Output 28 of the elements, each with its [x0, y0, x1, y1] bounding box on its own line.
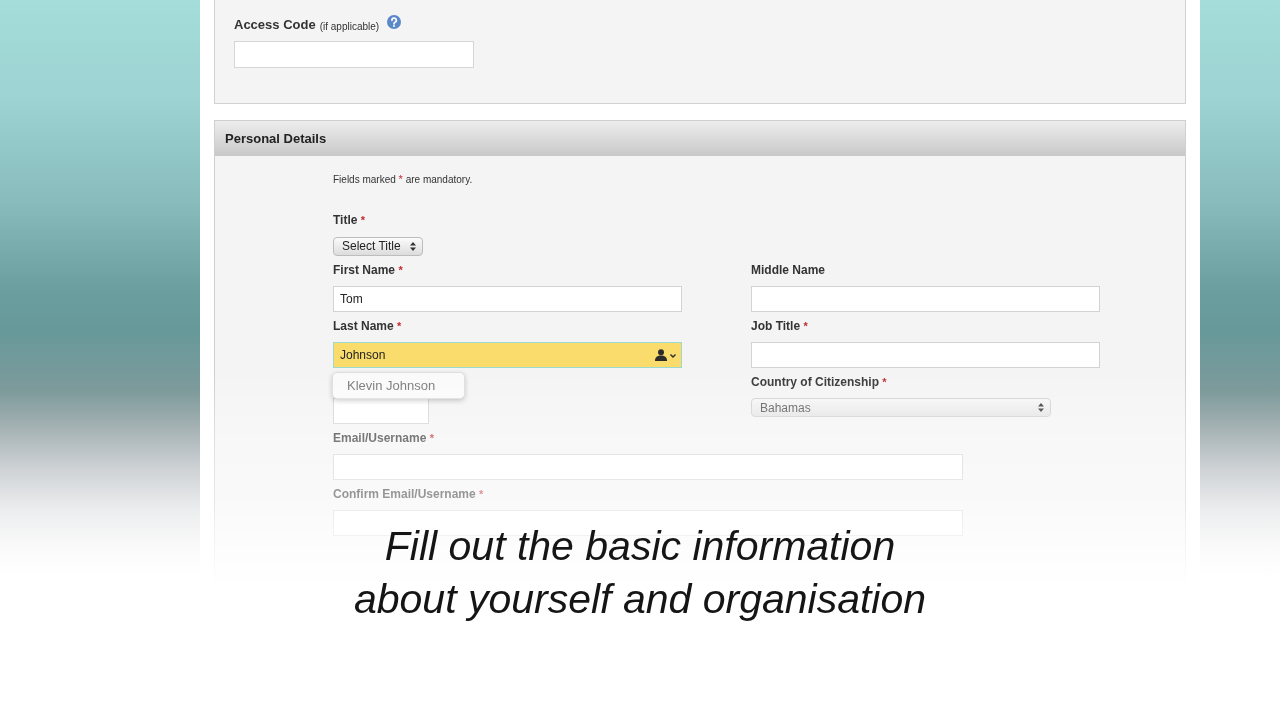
- field-label: First Name *: [333, 261, 403, 278]
- input-field[interactable]: [333, 397, 429, 424]
- field-label: Title *: [333, 212, 366, 228]
- input-field[interactable]: [751, 341, 1100, 368]
- field-label: Middle Name: [751, 261, 825, 278]
- section-header: Personal Details: [215, 121, 1185, 156]
- input-field[interactable]: Johnson: [333, 341, 682, 368]
- input-field[interactable]: [333, 453, 963, 480]
- input-field[interactable]: [751, 285, 1100, 312]
- caption-line: Fill out the basic information: [384, 522, 896, 571]
- field-label: Access Code: [234, 16, 316, 34]
- select-arrows-icon: [1038, 403, 1044, 412]
- field-label: Email/Username *: [333, 429, 434, 446]
- help-icon[interactable]: [387, 15, 402, 29]
- caption-line: about yourself and organisation: [353, 575, 927, 624]
- field-hint: (if applicable): [319, 19, 380, 34]
- select-field[interactable]: Bahamas: [751, 398, 1051, 417]
- field-label: Job Title *: [751, 317, 808, 334]
- suggestion-item[interactable]: Klevin Johnson: [333, 372, 464, 398]
- field-label: Country of Citizenship *: [751, 373, 887, 390]
- mandatory-note: Fields marked * are mandatory.: [333, 172, 473, 187]
- input-field[interactable]: [234, 41, 474, 68]
- select-arrows-icon: [409, 241, 416, 251]
- input-field[interactable]: Tom: [333, 285, 682, 312]
- select-field[interactable]: Select Title: [333, 236, 423, 256]
- field-label: Confirm Email/Username *: [333, 485, 484, 502]
- person-dropdown-icon[interactable]: [654, 348, 678, 361]
- field-label: Last Name *: [333, 317, 402, 334]
